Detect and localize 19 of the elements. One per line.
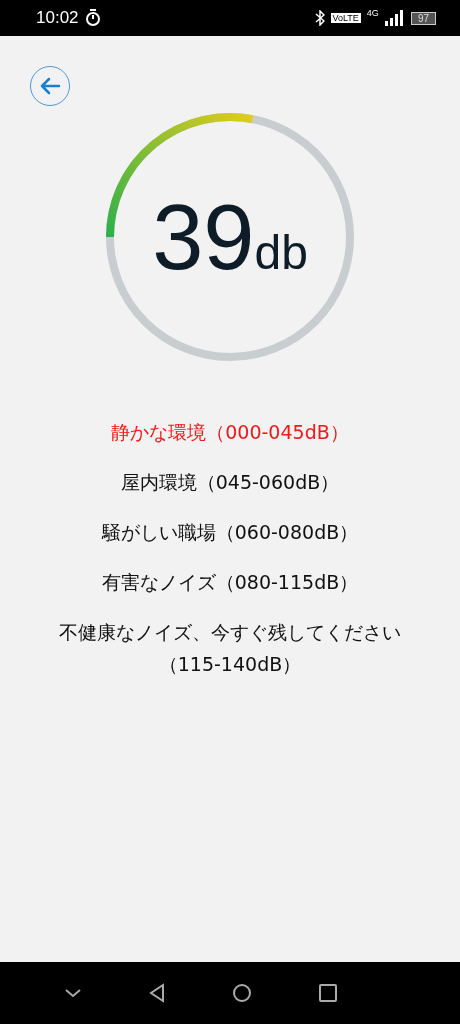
volte-badge: VoLTE bbox=[330, 13, 361, 23]
network-type: 4G bbox=[366, 8, 379, 18]
noise-range-label: 屋内環境（045-060dB） bbox=[120, 470, 340, 495]
stopwatch-icon bbox=[84, 9, 101, 27]
back-triangle-icon[interactable] bbox=[148, 983, 165, 1003]
noise-range-label: 静かな環境（000-045dB） bbox=[111, 420, 349, 445]
bluetooth-icon bbox=[314, 10, 325, 26]
recents-square-icon[interactable] bbox=[318, 984, 337, 1002]
noise-range-label: 騒がしい職場（060-080dB） bbox=[101, 520, 359, 545]
noise-range-label: 不健康なノイズ、今すぐ残してください（115-140dB） bbox=[58, 620, 402, 677]
home-circle-icon[interactable] bbox=[231, 983, 252, 1003]
decibel-unit: db bbox=[254, 224, 308, 280]
decibel-value: 39 bbox=[152, 191, 255, 283]
noise-range-label: 有害なノイズ（080-115dB） bbox=[101, 570, 359, 595]
signal-icon bbox=[384, 10, 405, 26]
battery-indicator: 97 bbox=[410, 11, 436, 25]
status-time: 10:02 bbox=[36, 8, 79, 28]
chevron-down-icon[interactable] bbox=[63, 987, 82, 999]
back-arrow-icon bbox=[39, 77, 61, 95]
